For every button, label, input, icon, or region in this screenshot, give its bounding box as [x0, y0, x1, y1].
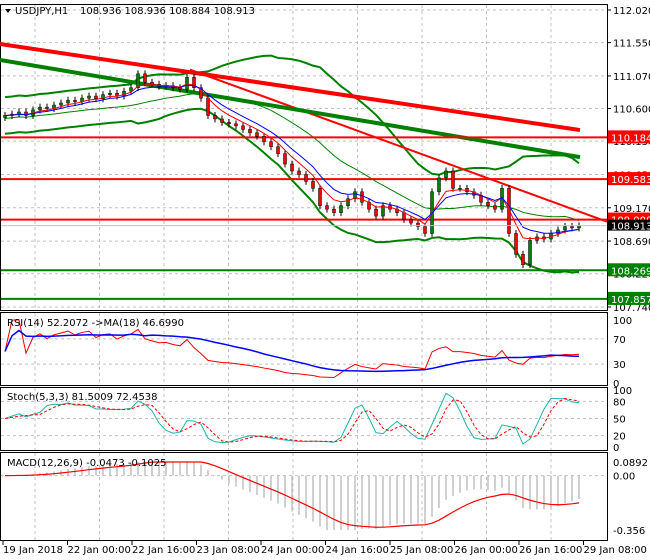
candle	[66, 99, 70, 104]
candle	[570, 226, 574, 229]
candle	[94, 95, 98, 100]
bollinger-lower	[4, 107, 580, 274]
stoch-tick-label: 0	[613, 443, 619, 454]
candle	[374, 208, 378, 217]
candle	[528, 240, 532, 265]
ohlc-readout: 108.936 108.936 108.884 108.913	[80, 6, 255, 17]
candle	[283, 153, 287, 165]
candle	[451, 170, 455, 189]
chart-canvas[interactable]: 112.020111.550111.070110.600110.130109.6…	[0, 0, 650, 560]
candle	[276, 146, 280, 154]
candle	[59, 102, 63, 106]
candle	[521, 254, 525, 265]
candle	[514, 233, 518, 255]
rsi-tick-label: 70	[613, 335, 626, 346]
candle	[577, 225, 581, 229]
time-tick-label: 26 Jan 16:00	[519, 545, 582, 556]
panel-border	[0, 4, 608, 311]
rsi-tick-label: 30	[613, 360, 626, 371]
collapse-arrow-icon[interactable]	[5, 9, 11, 13]
time-tick-label: 19 Jan 2018	[3, 545, 63, 556]
candle	[248, 129, 252, 134]
candle	[220, 118, 224, 123]
stoch-tick-label: 50	[613, 415, 626, 426]
level-label: 108.269	[611, 266, 650, 277]
macd-tick-label: 0.00	[613, 472, 635, 483]
candle	[38, 106, 42, 111]
stoch-tick-label: 100	[613, 386, 632, 397]
rsi-label: RSI(14) 52.2072 ->MA(18) 46.6990	[7, 318, 184, 329]
rsi-tick-label: 100	[613, 316, 632, 327]
candle	[234, 123, 238, 127]
candle	[444, 170, 448, 179]
macd-tick-label: 0.0892	[613, 458, 648, 469]
trendline	[189, 68, 608, 223]
candle	[108, 93, 112, 95]
candle	[409, 219, 413, 224]
candle	[318, 188, 322, 206]
current-price-label: 108.913	[611, 222, 650, 233]
price-panel	[0, 42, 608, 300]
axes: 112.020111.550111.070110.600110.130109.6…	[2, 6, 650, 556]
price-tick-label: 111.550	[613, 39, 650, 50]
candle	[262, 136, 266, 143]
time-tick-label: 26 Jan 00:00	[455, 545, 518, 556]
candle	[290, 163, 294, 172]
price-tick-label: 112.020	[613, 6, 650, 17]
candle	[332, 208, 336, 213]
candle	[486, 201, 490, 206]
time-tick-label: 24 Jan 16:00	[326, 545, 389, 556]
level-label: 107.857	[611, 295, 650, 306]
candle	[185, 77, 189, 90]
candle	[227, 122, 231, 125]
time-tick-label: 25 Jan 08:00	[390, 545, 453, 556]
candle	[493, 205, 497, 210]
candle	[437, 177, 441, 193]
candle	[143, 73, 147, 83]
candle	[381, 205, 385, 217]
symbol-title: USDJPY,H1	[15, 6, 68, 17]
time-tick-label: 22 Jan 00:00	[68, 545, 131, 556]
candle	[150, 81, 154, 85]
candle	[360, 191, 364, 203]
candle	[269, 141, 273, 147]
level-label: 109.583	[611, 175, 650, 186]
price-tick-label: 108.690	[613, 237, 650, 248]
candle	[297, 170, 301, 175]
macd-panel	[4, 461, 580, 530]
candle	[129, 87, 133, 92]
candle	[325, 205, 329, 210]
candle	[87, 95, 91, 99]
time-tick-label: 23 Jan 08:00	[197, 545, 260, 556]
candle	[206, 97, 210, 116]
macd-label: MACD(12,26,9) -0.0473 -0.1025	[7, 458, 167, 469]
candle	[241, 125, 245, 130]
level-label: 110.184	[611, 133, 650, 144]
trendline	[0, 42, 581, 133]
rsi-ma-line	[4, 329, 580, 373]
candle	[45, 106, 49, 109]
candle	[563, 226, 567, 231]
candle	[423, 226, 427, 234]
candle	[311, 181, 315, 189]
candle	[213, 115, 217, 120]
candle	[73, 99, 77, 102]
price-tick-label: 111.070	[613, 72, 650, 83]
time-tick-label: 22 Jan 16:00	[132, 545, 195, 556]
candle	[304, 174, 308, 182]
macd-tick-label: -0.356	[613, 526, 645, 537]
candle	[255, 132, 259, 137]
stoch-label: Stoch(5,3,3) 81.5009 72.4538	[7, 392, 158, 403]
candle	[339, 205, 343, 213]
stoch-tick-label: 80	[613, 397, 626, 408]
time-tick-label: 29 Jan 08:00	[584, 545, 647, 556]
price-tick-label: 110.600	[613, 105, 650, 116]
stoch-tick-label: 20	[613, 432, 626, 443]
time-tick-label: 24 Jan 00:00	[261, 545, 324, 556]
trading-chart[interactable]: 112.020111.550111.070110.600110.130109.6…	[0, 0, 650, 560]
